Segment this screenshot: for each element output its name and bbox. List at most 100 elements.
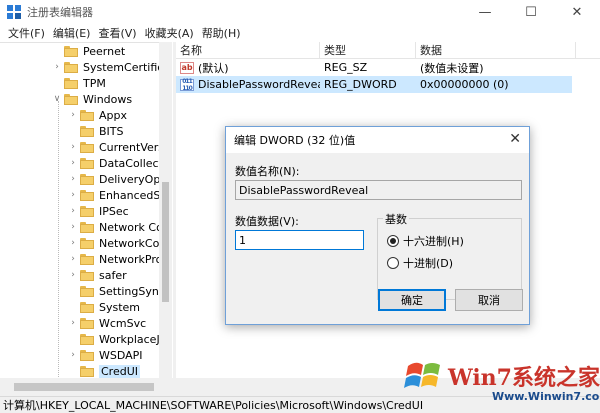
expand-icon[interactable]: › xyxy=(68,251,78,267)
list-row-default[interactable]: ab (默认) REG_SZ (数值未设置) xyxy=(176,59,600,76)
tree-item-safer[interactable]: › safer xyxy=(68,267,127,283)
value-data-input[interactable]: 1 xyxy=(235,230,364,250)
row-data: (数值未设置) xyxy=(420,61,484,75)
column-header-data[interactable]: 数据 xyxy=(416,41,576,59)
tree-item-currentversic[interactable]: › CurrentVersic xyxy=(68,139,172,155)
close-window-button[interactable]: ✕ xyxy=(554,0,600,24)
folder-icon xyxy=(80,125,94,137)
column-header-type[interactable]: 类型 xyxy=(320,41,416,59)
tree-item-wsdapi[interactable]: › WSDAPI xyxy=(68,347,143,363)
binary-value-icon: 011 110 xyxy=(180,78,194,92)
scrollbar-thumb[interactable] xyxy=(14,383,154,391)
tree-item-networkprov[interactable]: › NetworkProv xyxy=(68,251,169,267)
base-label: 基数 xyxy=(383,211,409,227)
tree-item-bits[interactable]: BITS xyxy=(68,123,124,139)
tree-item-appx[interactable]: › Appx xyxy=(68,107,127,123)
expand-icon[interactable]: › xyxy=(68,139,78,155)
tree-item-system[interactable]: System xyxy=(68,299,140,315)
radio-hexadecimal[interactable]: 十六进制(H) xyxy=(387,233,464,249)
folder-icon xyxy=(80,237,94,249)
row-name: (默认) xyxy=(198,61,229,75)
row-type: REG_SZ xyxy=(324,61,368,74)
ok-button[interactable]: 确定 xyxy=(378,289,446,311)
column-header-name[interactable]: 名称 xyxy=(176,41,320,59)
maximize-button[interactable]: ☐ xyxy=(508,0,554,24)
tree-item-systemcertificate[interactable]: › SystemCertificate xyxy=(52,59,172,75)
expand-icon[interactable]: › xyxy=(68,203,78,219)
tree-item-networkconn[interactable]: › NetworkConn xyxy=(68,235,172,251)
radio-hex-label: 十六进制(H) xyxy=(403,235,464,248)
expand-icon[interactable]: › xyxy=(52,59,62,75)
tree-item-settingsync[interactable]: SettingSync xyxy=(68,283,165,299)
tree-item-wcmsvc[interactable]: › WcmSvc xyxy=(68,315,146,331)
expand-icon[interactable]: › xyxy=(68,347,78,363)
windows-logo-icon xyxy=(404,362,440,388)
watermark-url: Www.Winwin7.com xyxy=(492,390,600,403)
tree-item-label: WSDAPI xyxy=(99,348,143,362)
value-name-label: 数值名称(N): xyxy=(235,165,300,178)
folder-icon xyxy=(80,333,94,345)
minimize-button[interactable]: — xyxy=(462,0,508,24)
dialog-title: 编辑 DWORD (32 位)值 xyxy=(234,134,356,147)
watermark-text: Win7系统之家 xyxy=(448,365,600,391)
folder-icon xyxy=(80,141,94,153)
tree-item-deliveryoptin[interactable]: › DeliveryOptin xyxy=(68,171,172,187)
expand-icon[interactable]: › xyxy=(68,315,78,331)
tree-item-datacollection[interactable]: › DataCollection xyxy=(68,155,172,171)
folder-icon xyxy=(80,157,94,169)
list-row-disablepasswordreveal[interactable]: 011 110 DisablePasswordReveal REG_DWORD 0… xyxy=(176,76,572,93)
folder-icon xyxy=(64,93,78,105)
folder-icon xyxy=(80,205,94,217)
expand-icon[interactable]: › xyxy=(68,219,78,235)
expand-icon[interactable]: › xyxy=(68,155,78,171)
tree-item-label: WcmSvc xyxy=(99,316,147,330)
tree-item-tpm[interactable]: TPM xyxy=(52,75,106,91)
cancel-button[interactable]: 取消 xyxy=(455,289,523,311)
radio-decimal[interactable]: 十进制(D) xyxy=(387,255,453,271)
expand-icon[interactable]: › xyxy=(68,235,78,251)
edit-dword-dialog: 编辑 DWORD (32 位)值 ✕ 数值名称(N): DisablePassw… xyxy=(225,126,530,325)
title-bar: 注册表编辑器 — ☐ ✕ xyxy=(0,0,600,24)
scrollbar-thumb[interactable] xyxy=(162,182,169,302)
radio-dot-unchecked[interactable] xyxy=(387,257,399,269)
collapse-icon[interactable]: ∨ xyxy=(52,91,62,107)
folder-icon xyxy=(64,61,78,73)
tree-vertical-scrollbar[interactable] xyxy=(159,42,172,378)
expand-icon[interactable]: › xyxy=(68,107,78,123)
tree-item-windows[interactable]: ∨ Windows xyxy=(52,91,132,107)
dialog-body: 数值名称(N): DisablePasswordReveal 数值数据(V): … xyxy=(226,153,529,324)
tree-item-ipsec[interactable]: › IPSec xyxy=(68,203,129,219)
menu-favorites[interactable]: 收藏夹(A) xyxy=(141,25,198,41)
menu-edit[interactable]: 编辑(E) xyxy=(49,25,95,41)
expand-icon[interactable]: › xyxy=(68,187,78,203)
close-icon[interactable]: ✕ xyxy=(509,131,521,147)
radio-dec-label: 十进制(D) xyxy=(403,257,454,270)
base-groupbox: 基数 十六进制(H) 十进制(D) xyxy=(377,211,522,300)
tree-guide-line xyxy=(58,101,59,378)
expand-icon[interactable]: › xyxy=(68,171,78,187)
registry-tree[interactable]: Peernet › SystemCertificate TPM ∨ Windows › App… xyxy=(0,42,172,378)
folder-icon xyxy=(80,189,94,201)
tree-item-label: safer xyxy=(99,268,127,282)
radio-dot-checked[interactable] xyxy=(387,235,399,247)
expand-icon[interactable]: › xyxy=(68,267,78,283)
folder-icon xyxy=(64,77,78,89)
value-name-field[interactable]: DisablePasswordReveal xyxy=(235,180,522,200)
folder-icon xyxy=(80,301,94,313)
tree-item-label: SettingSync xyxy=(99,284,165,298)
tree-item-peernet[interactable]: Peernet xyxy=(52,43,125,59)
tree-item-credui[interactable]: CredUI xyxy=(68,363,141,378)
tree-item-network-con[interactable]: › Network Con xyxy=(68,219,170,235)
window-title: 注册表编辑器 xyxy=(27,6,93,19)
tree-item-workplacejo[interactable]: WorkplaceJo xyxy=(68,331,166,347)
tree-item-label: TPM xyxy=(83,76,106,90)
menu-help[interactable]: 帮助(H) xyxy=(198,25,245,41)
menu-file[interactable]: 文件(F) xyxy=(4,25,49,41)
menu-view[interactable]: 查看(V) xyxy=(94,25,140,41)
tree-item-enhancedstor[interactable]: › EnhancedStor xyxy=(68,187,172,203)
